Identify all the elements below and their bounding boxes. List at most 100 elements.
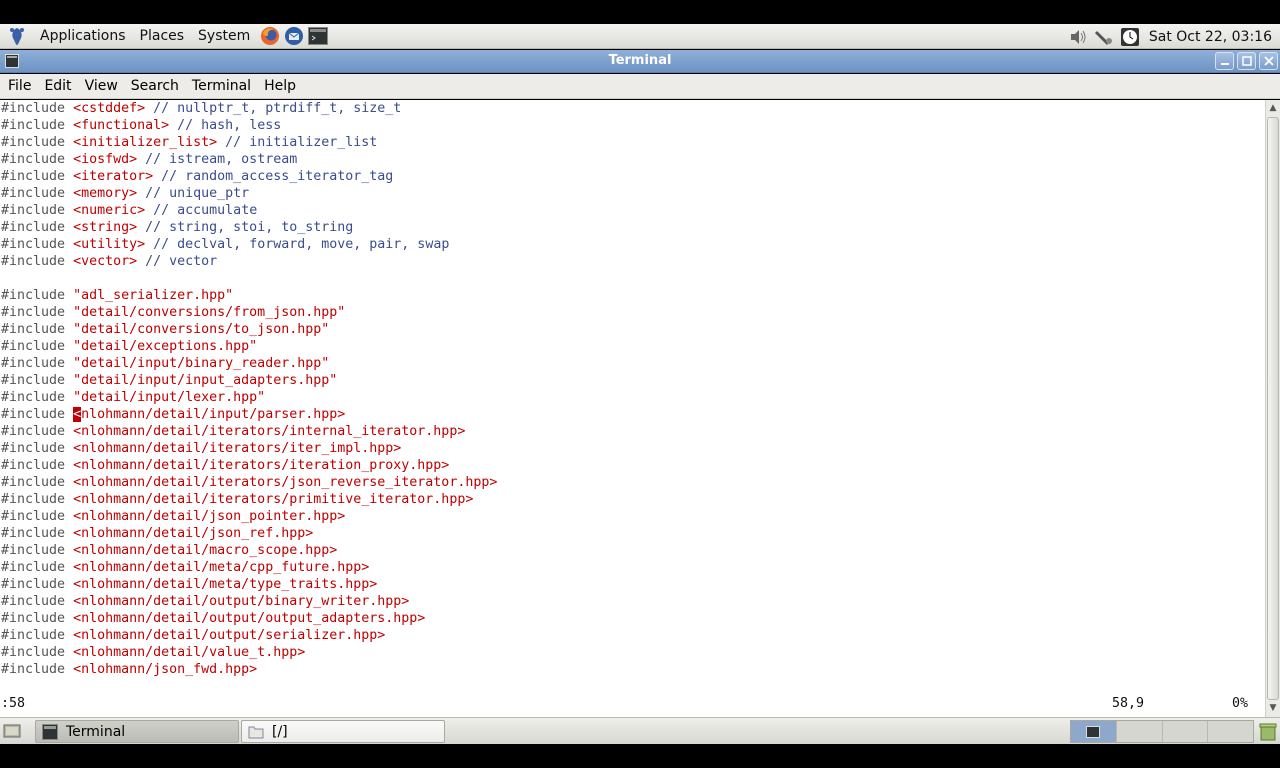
menu-help[interactable]: Help [259, 78, 301, 94]
code-line: #include <utility> // declval, forward, … [1, 236, 449, 253]
taskbar-file-browser[interactable]: [/] [241, 720, 445, 743]
include-directive: #include [1, 339, 74, 354]
gnome-foot-icon[interactable] [8, 26, 26, 46]
include-path: <nlohmann/detail/output/binary_writer.hp… [73, 594, 410, 609]
code-comment: // declval, forward, move, pair, swap [145, 237, 450, 252]
include-path: "detail/input/binary_reader.hpp" [73, 356, 330, 371]
include-directive: #include [1, 594, 74, 609]
include-path: <nlohmann/detail/meta/cpp_future.hpp> [73, 560, 370, 575]
taskbar-terminal[interactable]: Terminal [35, 720, 239, 743]
firefox-icon[interactable] [259, 25, 281, 47]
workspace-3[interactable] [1162, 721, 1209, 742]
include-directive: #include [1, 356, 74, 371]
cursor-position: 58,9 [1112, 696, 1145, 711]
code-comment: // string, stoi, to_string [137, 220, 354, 235]
code-line: #include <iterator> // random_access_ite… [1, 168, 393, 185]
window-titlebar[interactable]: Terminal [0, 50, 1280, 73]
code-line: #include <nlohmann/detail/json_ref.hpp> [1, 525, 313, 542]
include-path: <nlohmann/detail/macro_scope.hpp> [73, 543, 338, 558]
code-line: #include "adl_serializer.hpp" [1, 287, 233, 304]
applications-menu[interactable]: Applications [33, 28, 133, 44]
workspace-terminal-icon [1086, 725, 1101, 738]
code-line: #include <nlohmann/detail/json_pointer.h… [1, 508, 345, 525]
code-line: #include <nlohmann/json_fwd.hpp> [1, 661, 257, 678]
include-directive: #include [1, 373, 74, 388]
code-line: #include <iosfwd> // istream, ostream [1, 151, 297, 168]
include-directive: #include [1, 526, 74, 541]
terminal-content[interactable]: #include <cstddef> // nullptr_t, ptrdiff… [0, 100, 1265, 717]
menu-edit[interactable]: Edit [39, 78, 76, 94]
code-comment: // accumulate [145, 203, 258, 218]
include-directive: #include [1, 101, 74, 116]
menu-view[interactable]: View [80, 78, 123, 94]
workspace-4[interactable] [1208, 721, 1253, 742]
minimize-button[interactable] [1215, 52, 1234, 70]
panel-clock[interactable]: Sat Oct 22, 03:16 [1145, 29, 1280, 45]
include-directive: #include [1, 475, 74, 490]
workspace-switcher[interactable] [1070, 720, 1254, 743]
code-comment: // unique_ptr [137, 186, 250, 201]
maximize-button[interactable] [1237, 52, 1256, 70]
terminal-launcher-icon[interactable] [307, 25, 329, 47]
workspace-1[interactable] [1071, 721, 1117, 742]
code-comment: // initializer_list [217, 135, 378, 150]
include-directive: #include [1, 220, 74, 235]
include-directive: #include [1, 560, 74, 575]
include-directive: #include [1, 118, 74, 133]
terminal-scrollbar[interactable]: ▲ ▼ [1265, 100, 1280, 717]
code-line: #include <nlohmann/detail/input/parser.h… [1, 406, 345, 423]
include-path: <functional> [73, 118, 170, 133]
clock-icon[interactable] [1119, 26, 1141, 48]
code-comment: // random_access_iterator_tag [153, 169, 394, 184]
include-directive: #include [1, 662, 74, 677]
code-line: #include <numeric> // accumulate [1, 202, 257, 219]
thunderbird-icon[interactable] [283, 25, 305, 47]
include-path: <nlohmann/detail/json_pointer.hpp> [73, 509, 346, 524]
scroll-down-arrow-icon[interactable]: ▼ [1268, 703, 1278, 713]
scroll-up-arrow-icon[interactable]: ▲ [1268, 103, 1278, 113]
include-path: <nlohmann/detail/value_t.hpp> [73, 645, 306, 660]
network-icon[interactable] [1093, 26, 1115, 48]
include-path: "detail/conversions/to_json.hpp" [73, 322, 330, 337]
include-directive: #include [1, 390, 74, 405]
places-menu[interactable]: Places [133, 28, 192, 44]
minimize-icon [1220, 63, 1229, 65]
include-directive: #include [1, 135, 74, 150]
close-button[interactable] [1259, 52, 1278, 70]
code-line: #include <nlohmann/detail/iterators/json… [1, 474, 497, 491]
scroll-percent: 0% [1232, 696, 1249, 711]
bottom-panel: Terminal [/] [0, 717, 1280, 744]
include-directive: #include [1, 152, 74, 167]
code-line: #include <nlohmann/detail/iterators/inte… [1, 423, 465, 440]
code-line: #include <nlohmann/detail/meta/cpp_futur… [1, 559, 369, 576]
folder-icon [248, 726, 264, 738]
include-path: <nlohmann/detail/iterators/json_reverse_… [73, 475, 498, 490]
menu-terminal[interactable]: Terminal [187, 78, 256, 94]
menu-file[interactable]: File [3, 78, 36, 94]
include-path: <nlohmann/json_fwd.hpp> [73, 662, 258, 677]
include-directive: #include [1, 509, 74, 524]
include-path: <nlohmann/detail/iterators/primitive_ite… [73, 492, 474, 507]
include-directive: #include [1, 611, 74, 626]
code-comment: // istream, ostream [137, 152, 298, 167]
volume-icon[interactable] [1067, 26, 1089, 48]
top-panel: Applications Places System Sat Oct 22, 0… [0, 24, 1280, 49]
maximize-icon [1241, 56, 1252, 66]
show-desktop-icon[interactable] [3, 722, 21, 740]
include-directive: #include [1, 441, 74, 456]
include-directive: #include [1, 169, 74, 184]
include-directive: #include [1, 305, 74, 320]
code-line: #include <memory> // unique_ptr [1, 185, 249, 202]
trash-icon[interactable] [1258, 721, 1278, 741]
menu-search[interactable]: Search [126, 78, 184, 94]
include-path: <nlohmann/detail/output/output_adapters.… [73, 611, 426, 626]
workspace-2[interactable] [1116, 721, 1163, 742]
scrollbar-thumb[interactable] [1267, 117, 1279, 700]
include-path: "detail/input/input_adapters.hpp" [73, 373, 338, 388]
system-menu[interactable]: System [191, 28, 257, 44]
text-cursor: < [73, 407, 82, 422]
include-directive: #include [1, 254, 74, 269]
code-comment: // hash, less [169, 118, 282, 133]
include-path: <initializer_list> [73, 135, 218, 150]
include-directive: #include [1, 407, 74, 422]
